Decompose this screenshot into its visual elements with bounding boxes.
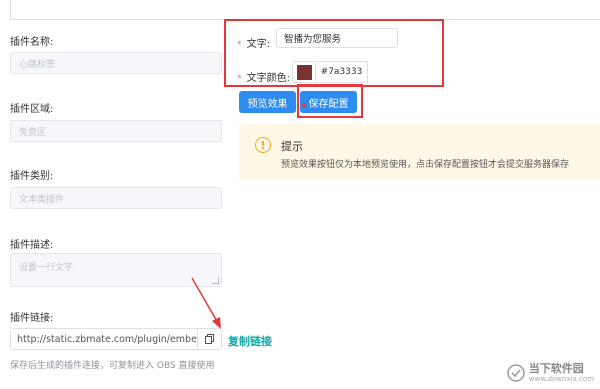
alert-text: 预览效果按钮仅为本地预览使用，点击保存配置按钮才会提交服务器保存: [281, 160, 570, 170]
watermark: 当下软件园 www.downxia.com: [507, 363, 594, 383]
alert-title: 提示: [281, 140, 303, 153]
watermark-logo-icon: [507, 364, 525, 382]
annotation-box-save: [297, 84, 363, 118]
annotation-box-fields: [224, 19, 444, 87]
warning-icon: !: [255, 137, 271, 153]
watermark-text: 当下软件园: [528, 362, 584, 375]
watermark-url: www.downxia.com: [528, 375, 594, 383]
preview-button[interactable]: 预览效果: [239, 91, 296, 113]
